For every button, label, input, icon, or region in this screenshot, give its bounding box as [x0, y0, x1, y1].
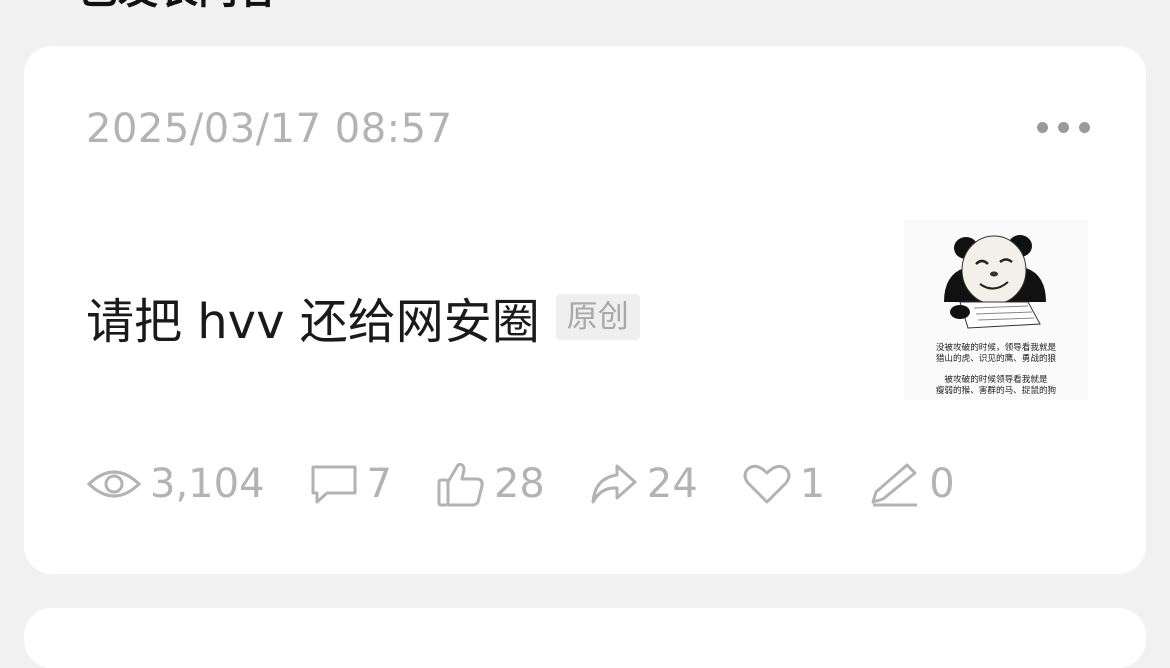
likes-stat[interactable]: 28 [436, 460, 545, 508]
shares-stat[interactable]: 24 [589, 461, 698, 507]
dot-icon [1037, 122, 1048, 133]
thumbnail-caption: 瘦弱的猴、害群的马、捉鼠的狗 [935, 386, 1057, 396]
views-count: 3,104 [150, 461, 265, 507]
dot-icon [1079, 122, 1090, 133]
post-card[interactable]: 2025/03/17 08:57 请把 hvv 还给网安圈 原创 没被攻破的时候… [24, 46, 1146, 574]
comment-icon [311, 465, 357, 504]
thumbnail-caption: 猎山的虎、识见的鹰、勇战的狼 [935, 354, 1057, 364]
thumbs-up-icon [437, 463, 484, 507]
comments-count: 7 [366, 461, 392, 507]
post-title[interactable]: 请把 hvv 还给网安圈 [86, 282, 540, 352]
shares-count: 24 [646, 461, 698, 507]
share-arrow-icon [591, 464, 637, 504]
post-timestamp: 2025/03/17 08:57 [86, 106, 453, 152]
next-post-card[interactable] [24, 608, 1146, 668]
post-thumbnail[interactable]: 没被攻破的时候，领导看我就是 猎山的虎、识见的鹰、勇战的狼 被攻破的时候领导看我… [904, 220, 1088, 400]
pen-icon [871, 463, 918, 507]
more-options-button[interactable] [1037, 122, 1090, 133]
views-stat[interactable]: 3,104 [86, 461, 265, 507]
post-stats: 3,104 7 28 24 1 0 [86, 460, 999, 508]
section-title: 已发表内容 [78, 0, 278, 10]
panda-meme-image [944, 235, 1046, 329]
favorites-stat[interactable]: 1 [742, 461, 825, 507]
post-title-row[interactable]: 请把 hvv 还给网安圈 原创 [86, 282, 640, 352]
edits-count: 0 [929, 461, 955, 507]
eye-icon [86, 470, 142, 498]
likes-count: 28 [493, 461, 545, 507]
dot-icon [1058, 122, 1069, 133]
favorites-count: 1 [799, 461, 826, 507]
original-badge: 原创 [555, 294, 640, 340]
comments-stat[interactable]: 7 [309, 461, 392, 507]
heart-icon [743, 464, 791, 504]
edits-stat[interactable]: 0 [869, 461, 955, 507]
